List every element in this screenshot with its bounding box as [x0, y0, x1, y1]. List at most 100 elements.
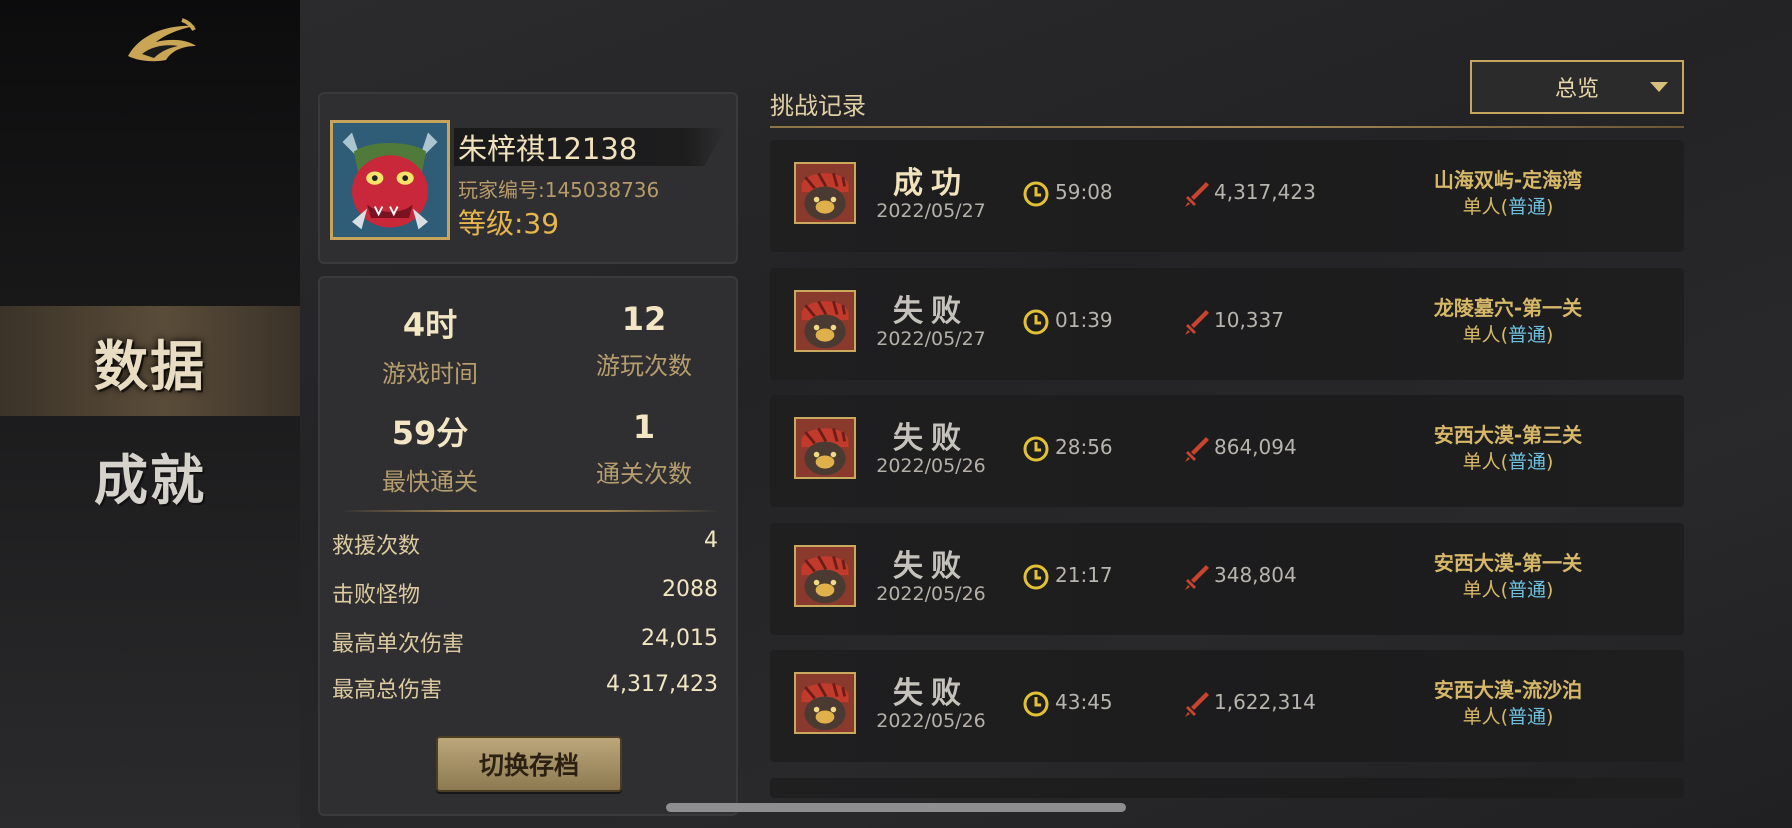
record-date: 2022/05/26: [876, 455, 986, 477]
record-date: 2022/05/26: [876, 583, 986, 605]
stat-row-value: 4: [704, 528, 718, 553]
sword-icon: [1185, 182, 1209, 207]
record-duration: 28:56: [1055, 435, 1113, 459]
stat-fastest-clear: 59分 最快通关: [330, 408, 530, 497]
record-damage: 1,622,314: [1214, 690, 1316, 714]
stat-row-rescues: 救援次数 4: [332, 528, 718, 560]
player-name: 朱梓祺12138: [458, 132, 638, 166]
dropdown-selected-value: 总览: [1554, 77, 1599, 102]
record-row-partial[interactable]: [770, 778, 1684, 798]
record-damage: 4,317,423: [1214, 180, 1316, 204]
chevron-down-icon: [1650, 82, 1668, 92]
record-mode-prefix: 单人(: [1462, 579, 1508, 601]
nav-item-data[interactable]: 数据: [0, 306, 300, 416]
record-row[interactable]: 失败 2022/05/26 43:45 1,622,314 安西大漠-流沙泊 单…: [770, 650, 1684, 762]
stat-value: 59分: [391, 414, 469, 452]
clock-icon: [1023, 691, 1049, 717]
home-indicator[interactable]: [666, 803, 1126, 812]
stat-label: 游玩次数: [596, 352, 692, 380]
player-level: 等级:39: [458, 207, 560, 240]
record-mode: 单人(普通): [1398, 192, 1618, 219]
stat-row-label: 最高总伤害: [332, 678, 443, 703]
player-id: 玩家编号:145038736: [458, 178, 660, 202]
record-duration: 21:17: [1055, 563, 1113, 587]
record-difficulty: 普通: [1507, 196, 1546, 218]
record-row[interactable]: 失败 2022/05/27 01:39 10,337 龙陵墓穴-第一关 单人(普…: [770, 268, 1684, 380]
record-stage: 龙陵墓穴-第一关: [1433, 296, 1583, 320]
stat-value: 4时: [402, 306, 458, 344]
stat-row-value: 4,317,423: [606, 672, 718, 697]
stat-value: 1: [632, 408, 656, 446]
record-result: 失败: [893, 421, 969, 456]
character-avatar-icon: [796, 164, 854, 222]
character-avatar-icon: [796, 547, 854, 605]
nav-item-achievements-label: 成就: [94, 447, 206, 512]
record-avatar: [794, 290, 856, 352]
record-damage: 864,094: [1214, 435, 1297, 459]
record-difficulty: 普通: [1507, 579, 1546, 601]
stat-row-max-total-damage: 最高总伤害 4,317,423: [332, 672, 718, 704]
player-avatar[interactable]: [330, 120, 450, 240]
character-avatar-icon: [796, 419, 854, 477]
sword-icon: [1185, 565, 1209, 590]
record-stage: 安西大漠-流沙泊: [1433, 678, 1583, 702]
record-avatar: [794, 672, 856, 734]
record-stage: 安西大漠-第三关: [1433, 423, 1583, 447]
records-title: 挑战记录: [770, 92, 866, 120]
stat-row-label: 最高单次伤害: [332, 632, 465, 657]
record-result: 成功: [893, 166, 969, 201]
record-mode-prefix: 单人(: [1462, 196, 1508, 218]
stat-label: 通关次数: [596, 460, 692, 488]
record-result: 失败: [893, 294, 969, 329]
sword-icon: [1185, 437, 1209, 462]
stat-row-label: 击败怪物: [332, 583, 421, 608]
character-avatar-icon: [796, 292, 854, 350]
character-avatar-icon: [796, 674, 854, 732]
record-mode-suffix: ): [1546, 706, 1554, 728]
profile-card: 朱梓祺12138 玩家编号:145038736 等级:39: [318, 92, 738, 264]
record-mode-suffix: ): [1546, 579, 1554, 601]
record-avatar: [794, 417, 856, 479]
record-duration: 43:45: [1055, 690, 1113, 714]
record-date: 2022/05/27: [876, 328, 986, 350]
record-row[interactable]: 失败 2022/05/26 21:17 348,804 安西大漠-第一关 单人(…: [770, 523, 1684, 635]
nav-item-data-label: 数据: [94, 333, 206, 398]
record-mode: 单人(普通): [1398, 447, 1618, 474]
sword-icon: [1185, 310, 1209, 335]
record-mode-suffix: ): [1546, 451, 1554, 473]
dragon-avatar-icon: [333, 123, 447, 237]
switch-save-button[interactable]: 切换存档: [436, 736, 622, 792]
records-filter-dropdown[interactable]: 总览: [1470, 60, 1684, 114]
record-mode-prefix: 单人(: [1462, 324, 1508, 346]
stats-card: 4时 游戏时间 12 游玩次数 59分 最快通关 1 通关次数 救援次数 4 击…: [318, 276, 738, 816]
record-damage: 348,804: [1214, 563, 1297, 587]
stat-play-time: 4时 游戏时间: [330, 300, 530, 389]
record-result: 失败: [893, 676, 969, 711]
record-row[interactable]: 失败 2022/05/26 28:56 864,094 安西大漠-第三关 单人(…: [770, 395, 1684, 507]
clock-icon: [1023, 436, 1049, 462]
clock-icon: [1023, 181, 1049, 207]
nav-item-achievements[interactable]: 成就: [0, 420, 300, 530]
record-difficulty: 普通: [1507, 706, 1546, 728]
record-mode-prefix: 单人(: [1462, 451, 1508, 473]
clock-icon: [1023, 564, 1049, 590]
record-row[interactable]: 成功 2022/05/27 59:08 4,317,423 山海双屿-定海湾 单…: [770, 140, 1684, 252]
record-mode-suffix: ): [1546, 324, 1554, 346]
record-difficulty: 普通: [1507, 324, 1546, 346]
record-difficulty: 普通: [1507, 451, 1546, 473]
record-result: 失败: [893, 549, 969, 584]
record-stage: 山海双屿-定海湾: [1433, 168, 1583, 192]
record-mode: 单人(普通): [1398, 702, 1618, 729]
record-mode: 单人(普通): [1398, 320, 1618, 347]
record-mode-prefix: 单人(: [1462, 706, 1508, 728]
game-logo-icon[interactable]: [122, 16, 202, 68]
clock-icon: [1023, 309, 1049, 335]
stat-label: 游戏时间: [382, 360, 478, 388]
record-date: 2022/05/26: [876, 710, 986, 732]
stat-row-max-single-damage: 最高单次伤害 24,015: [332, 626, 718, 658]
stat-row-monsters: 击败怪物 2088: [332, 577, 718, 609]
stats-divider: [340, 510, 720, 512]
stat-clear-count: 1 通关次数: [544, 408, 744, 489]
record-mode-suffix: ): [1546, 196, 1554, 218]
stat-row-label: 救援次数: [332, 534, 421, 559]
